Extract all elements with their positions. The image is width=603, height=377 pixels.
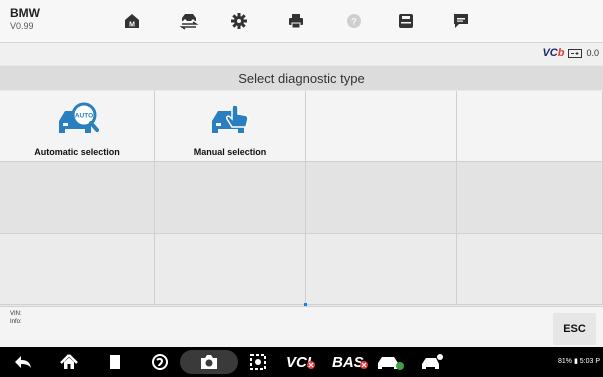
vci-status: VCb 0.0 (542, 47, 599, 59)
screen-record-icon (250, 354, 266, 370)
vci-logo: VCb (542, 47, 564, 59)
info-label: Info: (10, 319, 22, 325)
top-toolbar: BMW V0.99 M ? (0, 0, 603, 43)
empty-grid-cell (0, 234, 155, 305)
car-manual-touch-icon (212, 104, 249, 133)
empty-grid-cell (0, 162, 155, 234)
camera-icon (201, 355, 217, 369)
vci-voltage: 0.0 (586, 48, 599, 58)
empty-grid-cell (457, 91, 603, 162)
option-label: Automatic selection (34, 147, 120, 157)
help-icon: ? (347, 14, 361, 28)
vehicle-settings-button[interactable] (418, 350, 448, 374)
software-version: V0.99 (10, 21, 34, 31)
vehicle-swap-button[interactable] (165, 5, 213, 37)
vehicle-brand: BMW V0.99 (10, 6, 40, 32)
connection-status-bar: VCb 0.0 (0, 43, 603, 65)
esc-button[interactable]: ESC (553, 313, 596, 345)
vehicle-info-bar: VIN: Info: ESC (0, 306, 603, 347)
vci-logo-main: VC (542, 47, 558, 59)
battery-voltage-icon (568, 49, 583, 58)
browser-icon (152, 354, 168, 370)
recent-apps-icon (110, 355, 120, 369)
system-navigation-bar: VCI BAS 81% ▮ 5:03 P (0, 347, 603, 377)
svg-text:?: ? (351, 17, 357, 27)
back-arrow-icon (15, 356, 31, 368)
recent-apps-button[interactable] (104, 350, 126, 374)
empty-grid-cell (155, 162, 306, 234)
system-status: 81% ▮ 5:03 P (558, 357, 600, 365)
empty-grid-cell (306, 234, 457, 305)
settings-gear-icon (231, 13, 247, 29)
bas-manager-icon: BAS (332, 354, 368, 371)
settings-button[interactable] (215, 5, 263, 37)
vehicle-swap-icon (179, 14, 199, 30)
bas-nav-label: BAS (332, 354, 364, 371)
screen-record-button[interactable] (246, 350, 270, 374)
brand-name: BMW (10, 6, 40, 20)
bas-manager-button[interactable]: BAS (330, 350, 372, 374)
car-auto-search-icon: AUTO (59, 102, 99, 133)
vci-manager-icon: VCI (286, 354, 315, 371)
home-nav-button[interactable] (56, 350, 82, 374)
system-status-text: 81% ▮ 5:03 P (558, 358, 600, 365)
save-icon (399, 14, 413, 28)
option-manual-selection[interactable]: Manual selection (155, 91, 306, 162)
empty-grid-cell (457, 162, 603, 234)
home-icon-letter: M (129, 22, 135, 29)
print-icon (289, 14, 303, 29)
print-button[interactable] (272, 5, 320, 37)
diagnostic-type-grid: AUTO Automatic selection Manual selectio… (0, 91, 603, 305)
empty-grid-cell (457, 234, 603, 305)
empty-grid-cell (306, 91, 457, 162)
option-label: Manual selection (193, 147, 267, 157)
message-button[interactable] (437, 5, 485, 37)
home-button[interactable]: M (108, 5, 156, 37)
vci-logo-suffix: b (557, 47, 565, 59)
home-icon: M (125, 14, 139, 29)
screenshot-button[interactable] (180, 350, 238, 374)
option-automatic-selection[interactable]: AUTO Automatic selection (0, 91, 155, 162)
vci-manager-button[interactable]: VCI (284, 350, 326, 374)
empty-grid-cell (155, 234, 306, 305)
page-title: Select diagnostic type (0, 66, 603, 90)
vehicle-connection-button[interactable] (374, 350, 408, 374)
vehicle-connected-icon (378, 357, 404, 370)
back-button[interactable] (10, 350, 36, 374)
auto-badge: AUTO (75, 113, 93, 120)
save-button[interactable] (382, 5, 430, 37)
empty-grid-cell (306, 162, 457, 234)
house-icon (60, 354, 78, 369)
message-icon (454, 14, 468, 28)
browser-button[interactable] (148, 350, 172, 374)
vin-label: VIN: (10, 311, 22, 317)
vehicle-user-icon (422, 354, 443, 369)
help-button[interactable]: ? (330, 5, 378, 37)
